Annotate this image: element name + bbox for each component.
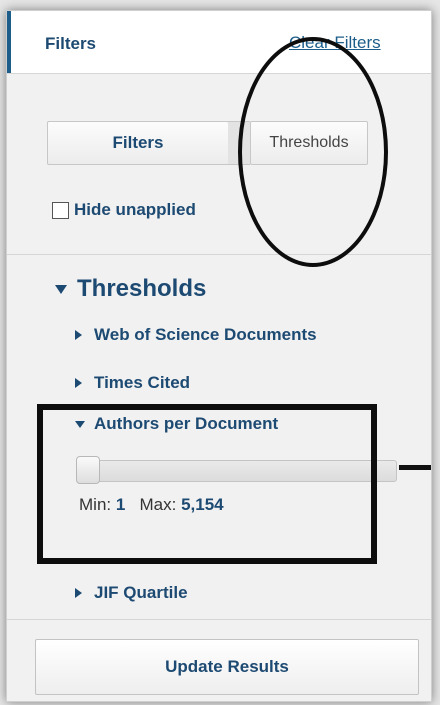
thresholds-section-title: Thresholds bbox=[77, 275, 207, 302]
update-results-button[interactable]: Update Results bbox=[35, 639, 419, 695]
header-accent-bar bbox=[7, 11, 11, 73]
threshold-item-label: Web of Science Documents bbox=[94, 325, 317, 344]
hide-unapplied-checkbox[interactable] bbox=[52, 201, 69, 219]
footer-divider bbox=[7, 619, 431, 620]
annotation-arrow-line bbox=[399, 465, 431, 470]
tab-filters[interactable]: Filters bbox=[47, 121, 229, 165]
hide-unapplied-label: Hide unapplied bbox=[74, 200, 196, 219]
section-divider bbox=[7, 254, 431, 255]
threshold-item-times-cited[interactable]: Times Cited bbox=[75, 373, 190, 393]
triangle-down-icon bbox=[55, 284, 67, 294]
triangle-right-icon bbox=[75, 378, 82, 388]
threshold-item-web-of-science-documents[interactable]: Web of Science Documents bbox=[75, 325, 317, 345]
hide-unapplied-toggle[interactable]: Hide unapplied bbox=[52, 200, 196, 220]
threshold-item-label: Times Cited bbox=[94, 373, 191, 392]
threshold-item-label: JIF Quartile bbox=[94, 583, 188, 602]
annotation-highlight-box bbox=[37, 404, 377, 564]
threshold-item-jif-quartile[interactable]: JIF Quartile bbox=[75, 583, 188, 603]
triangle-right-icon bbox=[75, 330, 82, 340]
thresholds-section-toggle[interactable]: Thresholds bbox=[55, 275, 206, 303]
filters-panel: Filters Clear Filters Filters Thresholds… bbox=[6, 10, 432, 702]
panel-title: Filters bbox=[45, 34, 97, 53]
filters-header: Filters Clear Filters bbox=[7, 11, 431, 74]
annotation-ellipse bbox=[238, 37, 388, 267]
triangle-right-icon bbox=[75, 588, 82, 598]
